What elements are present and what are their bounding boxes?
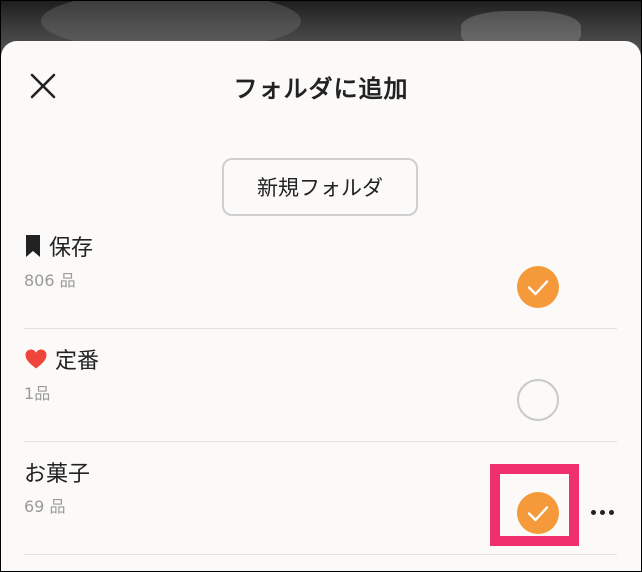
count-unit: 品 bbox=[59, 271, 76, 290]
count-unit: 品 bbox=[49, 497, 66, 516]
folder-row-teiban[interactable]: 定番 1品 bbox=[24, 329, 617, 442]
folder-name-row: お菓子 bbox=[24, 456, 90, 488]
count-number: 806 bbox=[24, 271, 55, 290]
bookmark-icon bbox=[26, 235, 40, 257]
heart-icon bbox=[25, 349, 47, 369]
count-unit: 品 bbox=[34, 384, 51, 403]
dot bbox=[590, 509, 596, 515]
folder-item-count: 806 品 bbox=[24, 267, 76, 291]
dot bbox=[599, 509, 605, 515]
row-divider bbox=[24, 554, 617, 555]
folder-name-row: 定番 bbox=[24, 343, 99, 375]
dot bbox=[608, 509, 614, 515]
screenshot-frame: フォルダに追加 新規フォルダ 保存 806 品 定番 1品 お菓子 69 品 bbox=[0, 0, 642, 572]
highlight-annotation bbox=[490, 464, 579, 546]
count-number: 69 bbox=[24, 497, 45, 516]
folder-name: 定番 bbox=[55, 349, 100, 374]
folder-checkbox[interactable] bbox=[517, 266, 559, 308]
check-icon bbox=[527, 280, 549, 296]
folder-row-hozon[interactable]: 保存 806 品 bbox=[24, 216, 617, 329]
folder-name: 保存 bbox=[49, 236, 94, 261]
sheet-title: フォルダに追加 bbox=[233, 75, 409, 103]
folder-name-row: 保存 bbox=[24, 230, 93, 262]
count-number: 1 bbox=[24, 384, 35, 403]
folder-checkbox[interactable] bbox=[517, 379, 559, 421]
folder-name: お菓子 bbox=[24, 462, 91, 487]
more-options-button[interactable] bbox=[587, 500, 617, 524]
new-folder-button[interactable]: 新規フォルダ bbox=[222, 158, 418, 216]
folder-item-count: 69 品 bbox=[24, 493, 65, 517]
folder-item-count: 1品 bbox=[24, 380, 50, 404]
